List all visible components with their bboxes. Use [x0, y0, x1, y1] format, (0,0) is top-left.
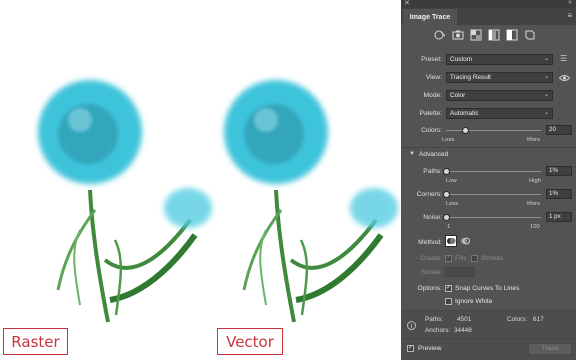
paths-max-label: High	[529, 178, 541, 184]
chevron-down-icon: ⌄	[543, 92, 549, 98]
paths-min-label: Low	[446, 178, 457, 184]
panel-header-strip: ✕ »	[401, 0, 576, 8]
paths-stat-value: 4501	[457, 316, 472, 323]
noise-min-label: 1	[447, 224, 451, 230]
preset-value: Custom	[450, 56, 473, 63]
low-color-icon[interactable]	[470, 29, 482, 41]
panel-tabbar: Image Trace ≡	[401, 8, 576, 25]
noise-value-input[interactable]: 1 px	[546, 212, 572, 222]
stroke-label: Stroke:	[421, 269, 442, 276]
mode-value: Color	[450, 92, 466, 99]
corners-slider-handle[interactable]	[443, 191, 451, 198]
chevron-down-icon: ⌄	[543, 110, 549, 116]
corners-max-label: More	[527, 201, 541, 207]
colors-stat-value: 617	[533, 316, 544, 323]
artboard: Raster Vector	[0, 0, 400, 360]
image-trace-panel: ✕ » Image Trace ≡ Preset: Custom ⌄ ☰ Vie…	[401, 0, 576, 360]
paths-label: Paths:	[423, 168, 442, 175]
noise-label: Noise:	[423, 214, 442, 221]
anchors-stat-label: Anchors:	[425, 327, 451, 334]
colors-slider-track[interactable]	[446, 130, 541, 131]
abutting-icon	[447, 238, 456, 244]
black-and-white-icon[interactable]	[506, 29, 518, 41]
paths-slider-track[interactable]	[446, 171, 541, 172]
preset-icon-bar	[434, 29, 536, 41]
palette-value: Automatic	[450, 110, 479, 117]
paths-slider-handle[interactable]	[443, 168, 451, 175]
raster-flower-image	[38, 80, 212, 323]
fills-label: Fills	[455, 255, 467, 262]
noise-slider-track[interactable]	[446, 217, 541, 218]
anchors-stat-value: 34448	[454, 327, 472, 334]
corners-label: Corners:	[416, 191, 442, 198]
colors-stat-label: Colors:	[507, 316, 528, 323]
chevron-down-icon: ⌄	[543, 56, 549, 62]
preview-checkbox[interactable]: ✓	[407, 345, 414, 352]
snap-curves-label: Snap Curves To Lines	[455, 285, 520, 292]
mode-dropdown[interactable]: Color ⌄	[446, 90, 553, 101]
create-label: Create:	[420, 255, 442, 262]
palette-dropdown[interactable]: Automatic ⌄	[446, 108, 553, 119]
grayscale-icon[interactable]	[488, 29, 500, 41]
overlapping-icon[interactable]	[460, 236, 470, 246]
corners-slider-track[interactable]	[446, 194, 541, 195]
corners-min-label: Less	[446, 201, 459, 207]
vector-flower-image	[224, 80, 398, 323]
paths-value-input[interactable]: 1%	[546, 166, 572, 176]
high-color-icon[interactable]	[452, 29, 464, 41]
view-value: Tracing Result	[450, 74, 491, 81]
trace-button[interactable]: Trace	[528, 343, 572, 355]
auto-color-icon[interactable]	[434, 29, 446, 41]
colors-label: Colors:	[421, 127, 442, 134]
triangle-down-icon[interactable]: ▼	[409, 151, 415, 157]
paths-stat-label: Paths:	[425, 316, 444, 323]
collapse-icon[interactable]: »	[568, 0, 572, 6]
ignore-white-checkbox[interactable]	[445, 298, 452, 305]
outline-icon[interactable]	[524, 29, 536, 41]
palette-label: Palette:	[419, 110, 442, 117]
colors-slider-handle[interactable]	[461, 127, 469, 134]
options-label: Options:	[417, 285, 442, 292]
preset-label: Preset:	[421, 56, 442, 63]
preset-dropdown[interactable]: Custom ⌄	[446, 54, 553, 65]
chevron-down-icon: ⌄	[543, 74, 549, 80]
colors-min-label: Less	[442, 137, 455, 143]
view-label: View:	[425, 74, 442, 81]
fills-checkbox[interactable]: ✓	[445, 255, 452, 262]
raster-caption: Raster	[3, 328, 68, 355]
preview-label: Preview	[418, 345, 442, 352]
close-icon[interactable]: ✕	[404, 0, 410, 7]
strokes-checkbox[interactable]	[471, 255, 478, 262]
colors-max-label: More	[527, 137, 541, 143]
noise-slider-handle[interactable]	[443, 214, 451, 221]
method-label: Method:	[418, 239, 442, 246]
corners-value-input[interactable]: 1%	[546, 189, 572, 199]
abutting-method-button[interactable]	[445, 235, 457, 247]
info-icon	[407, 321, 416, 330]
view-dropdown[interactable]: Tracing Result ⌄	[446, 72, 553, 83]
panel-menu-icon[interactable]: ≡	[567, 11, 572, 20]
eye-icon[interactable]	[559, 74, 570, 82]
strokes-label: Strokes	[481, 255, 504, 262]
advanced-toggle[interactable]: Advanced	[419, 151, 448, 158]
stroke-value-input[interactable]	[445, 267, 475, 277]
colors-value-input[interactable]: 20	[546, 125, 572, 135]
ignore-white-label: Ignore White	[455, 298, 493, 305]
vector-caption: Vector	[217, 328, 283, 355]
noise-max-label: 100	[530, 224, 540, 230]
preset-menu-icon[interactable]: ☰	[560, 54, 567, 63]
snap-curves-checkbox[interactable]: ✓	[445, 285, 452, 292]
tab-image-trace[interactable]: Image Trace	[403, 9, 457, 25]
mode-label: Mode:	[423, 92, 442, 99]
